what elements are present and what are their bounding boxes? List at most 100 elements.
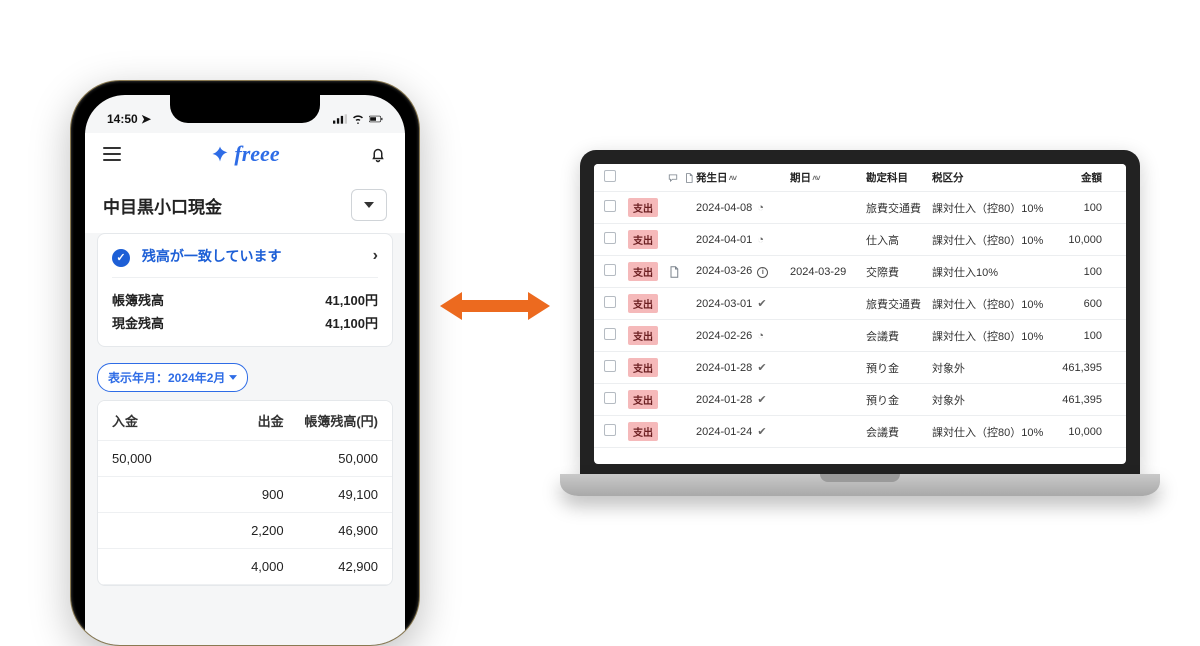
transactions-header: 発生日 ˄˅ 期日 ˄˅ 勘定科目 税区分 金額	[594, 164, 1126, 192]
account-title: 仕入高	[866, 232, 930, 248]
type-tag: 支出	[628, 230, 658, 249]
issue-date: 2024-03-01 ✔	[696, 297, 788, 310]
check-icon: ✔	[757, 394, 766, 406]
account-title: 会議費	[866, 424, 930, 440]
issue-date: 2024-01-28 ✔	[696, 393, 788, 406]
bell-icon[interactable]	[369, 145, 387, 163]
phone-screen: 14:50 ➤ freee 中目黒小口現金	[85, 95, 405, 646]
ledger-in	[112, 487, 198, 502]
account-title: 交際費	[866, 264, 930, 280]
phone-device: 14:50 ➤ freee 中目黒小口現金	[70, 80, 420, 646]
ledger-row[interactable]: 4,00042,900	[98, 549, 392, 585]
clock-icon: ◔	[757, 330, 764, 342]
cash-balance-row: 現金残高 41,100円	[112, 311, 378, 334]
row-checkbox[interactable]	[604, 296, 616, 308]
account-dropdown-button[interactable]	[351, 189, 387, 221]
amount: 100	[1054, 330, 1106, 342]
menu-icon[interactable]	[103, 147, 121, 161]
transaction-row[interactable]: 支出2024-02-26 ◔会議費課対仕入（控80）10%100	[594, 320, 1126, 352]
account-title: 旅費交通費	[866, 296, 930, 312]
ledger-row[interactable]: 90049,100	[98, 477, 392, 513]
issue-date: 2024-01-24 ✔	[696, 425, 788, 438]
issue-date: 2024-03-26 i	[696, 265, 788, 278]
amount: 600	[1054, 298, 1106, 310]
laptop-device: 発生日 ˄˅ 期日 ˄˅ 勘定科目 税区分 金額 支出 2024-04-08 ◔ 旅…	[560, 150, 1160, 496]
check-icon: ✔	[757, 362, 766, 374]
location-icon: ➤	[141, 112, 151, 126]
tax-class: 課対仕入（控80）10%	[932, 424, 1052, 440]
transaction-row[interactable]: 支出 2024-03-01 ✔ 旅費交通費課対仕入（控80）10%600	[594, 288, 1126, 320]
attachment-cell	[668, 266, 694, 278]
balance-status-text: 残高が一致しています	[142, 248, 282, 264]
row-checkbox[interactable]	[604, 200, 616, 212]
ledger-balance: 49,100	[284, 487, 378, 502]
sync-arrow-icon	[440, 290, 550, 322]
tax-class: 課対仕入（控80）10%	[932, 200, 1052, 216]
transaction-row[interactable]: 支出 2024-01-24 ✔ 会議費課対仕入（控80）10%10,000	[594, 416, 1126, 448]
account-title: 旅費交通費	[866, 200, 930, 216]
tax-class: 課対仕入（控80）10%	[932, 296, 1052, 312]
amount: 10,000	[1054, 426, 1106, 438]
transaction-row[interactable]: 支出2024-01-28 ✔預り金対象外461,395	[594, 384, 1126, 416]
phone-notch	[170, 95, 320, 123]
row-checkbox[interactable]	[604, 264, 616, 276]
row-checkbox[interactable]	[604, 392, 616, 404]
signal-icon	[333, 114, 347, 124]
sort-icon[interactable]: ˄˅	[811, 174, 820, 183]
laptop-hinge-notch	[820, 474, 900, 482]
transaction-row[interactable]: 支出2024-04-01 ◔仕入高課対仕入（控80）10%10,000	[594, 224, 1126, 256]
type-tag: 支出	[628, 326, 658, 345]
chevron-right-icon: ›	[373, 247, 378, 265]
attachment-file-icon	[668, 266, 680, 278]
ledger-row[interactable]: 50,00050,000	[98, 441, 392, 477]
month-filter-pill[interactable]: 表示年月：2024年2月	[97, 363, 248, 392]
type-tag: 支出	[628, 390, 658, 409]
type-tag: 支出	[628, 422, 658, 441]
comment-icon[interactable]	[668, 172, 678, 184]
amount: 100	[1054, 266, 1106, 278]
type-tag: 支出	[628, 294, 658, 313]
ledger-out: 2,200	[198, 523, 284, 538]
select-all-checkbox[interactable]	[604, 170, 616, 182]
amount: 10,000	[1054, 234, 1106, 246]
transactions-table: 発生日 ˄˅ 期日 ˄˅ 勘定科目 税区分 金額 支出 2024-04-08 ◔ 旅…	[594, 164, 1126, 464]
file-icon[interactable]	[684, 172, 694, 184]
tax-class: 課対仕入10%	[932, 264, 1052, 280]
type-tag: 支出	[628, 198, 658, 217]
ledger-in	[112, 559, 198, 574]
amount: 100	[1054, 202, 1106, 214]
battery-icon	[369, 114, 383, 124]
transaction-row[interactable]: 支出2024-01-28 ✔預り金対象外461,395	[594, 352, 1126, 384]
due-date: 2024-03-29	[790, 266, 864, 278]
row-checkbox[interactable]	[604, 424, 616, 436]
amount: 461,395	[1054, 394, 1106, 406]
status-time: 14:50 ➤	[107, 112, 151, 126]
type-tag: 支出	[628, 262, 658, 281]
account-header: 中目黒小口現金	[85, 175, 405, 233]
sort-icon[interactable]: ˄˅	[728, 174, 737, 183]
balance-status-row[interactable]: ✓ 残高が一致しています ›	[112, 246, 378, 278]
amount: 461,395	[1054, 362, 1106, 374]
laptop-base	[560, 474, 1160, 496]
tax-class: 対象外	[932, 360, 1052, 376]
info-icon: i	[757, 267, 768, 278]
row-checkbox[interactable]	[604, 328, 616, 340]
caret-down-icon	[229, 375, 237, 380]
issue-date: 2024-02-26 ◔	[696, 330, 788, 342]
ledger-row[interactable]: 2,20046,900	[98, 513, 392, 549]
transaction-row[interactable]: 支出 2024-04-08 ◔ 旅費交通費課対仕入（控80）10%100	[594, 192, 1126, 224]
app-logo: freee	[210, 141, 279, 167]
book-balance-row: 帳簿残高 41,100円	[112, 288, 378, 311]
account-title: 預り金	[866, 392, 930, 408]
freee-bird-icon	[210, 144, 230, 164]
ledger-in: 50,000	[112, 451, 198, 466]
row-checkbox[interactable]	[604, 232, 616, 244]
transaction-row[interactable]: 支出 2024-03-26 i2024-03-29交際費課対仕入10%100	[594, 256, 1126, 288]
ledger-in	[112, 523, 198, 538]
caret-down-icon	[364, 202, 374, 208]
type-tag: 支出	[628, 358, 658, 377]
issue-date: 2024-04-08 ◔	[696, 202, 788, 214]
app-bar: freee	[85, 133, 405, 175]
row-checkbox[interactable]	[604, 360, 616, 372]
clock-icon: ◔	[757, 234, 764, 246]
